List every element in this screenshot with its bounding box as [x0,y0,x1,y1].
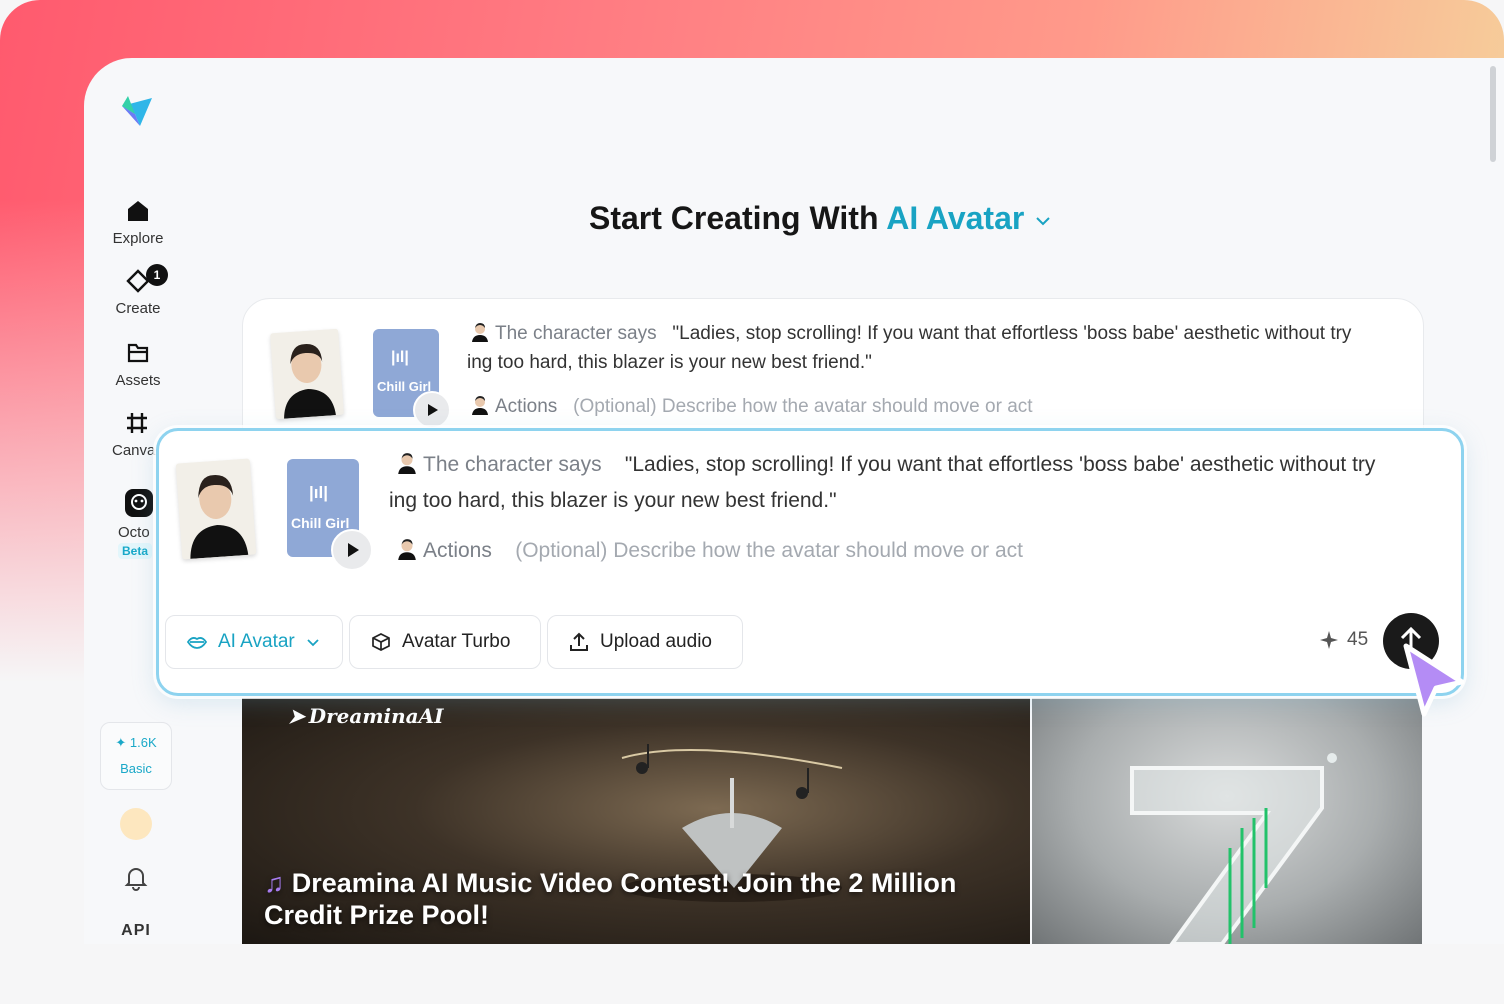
lips-icon [186,637,208,649]
ai-avatar-dropdown[interactable]: AI Avatar [165,615,343,669]
upload-icon [570,632,588,651]
avatar-portrait [270,328,344,420]
scrollbar[interactable] [1490,66,1496,162]
octo-icon [125,489,153,517]
home-icon [128,201,148,221]
waveform-icon: |ıl| [391,349,409,366]
brand-logo: ➤ DreaminaAI [288,704,444,728]
prompt-text[interactable]: The character says "Ladies, stop scrolli… [467,319,1407,421]
promo-banner-seven[interactable] [1032,698,1422,944]
sidebar-item-explore[interactable]: Explore [102,198,174,247]
upload-audio-button[interactable]: Upload audio [547,615,743,669]
cube-icon [372,633,390,651]
contest-banner[interactable]: ➤ DreaminaAI ♫ Dreamina AI Music Video C… [242,698,1030,944]
sidebar-item-label: Create [115,300,161,317]
glass-seven-illustration [1130,753,1337,944]
notification-badge: 1 [146,264,168,286]
credit-amount: ✦ 1.6K [115,735,157,750]
page-title: Start Creating With AI Avatar [589,200,1053,237]
character-icon [398,453,416,474]
play-icon [428,404,438,416]
canvas-icon [127,413,147,433]
bell-icon[interactable] [122,864,150,892]
actions-placeholder: (Optional) Describe how the avatar shoul… [515,539,1023,563]
sidebar-item-label: Explore [112,230,164,247]
banner-title: ♫ Dreamina AI Music Video Contest! Join … [264,868,957,930]
character-icon [398,539,416,561]
app-window: Explore 1 Create Assets Canva Octo Beta … [84,58,1504,944]
character-icon [472,395,488,415]
prompt-textarea[interactable]: The character says "Ladies, stop scrolli… [389,447,1449,569]
user-avatar[interactable] [120,808,152,840]
play-icon [348,543,359,557]
character-icon [472,323,488,342]
waveform-icon: |ıl| [309,483,328,502]
mode-selector[interactable]: AI Avatar [886,200,1024,236]
actions-row[interactable]: Actions (Optional) Describe how the avat… [389,533,1449,569]
credit-cost: 45 [1319,629,1368,651]
play-button[interactable] [331,529,373,571]
play-button[interactable] [413,391,451,429]
credits-panel[interactable]: ✦ 1.6K Basic [100,722,172,790]
sparkle-icon: ✦ [115,735,127,750]
prompt-input-card[interactable]: |ıl| Chill Girl The character says "Ladi… [156,428,1464,696]
sidebar-item-label: Assets [115,372,161,389]
chevron-down-icon [307,639,319,647]
model-selector-button[interactable]: Avatar Turbo [349,615,541,669]
avatar-portrait [175,458,257,560]
avatar-image[interactable] [175,458,257,560]
avatar-image[interactable] [270,328,344,420]
mouse-cursor-icon [1403,643,1465,717]
dreamina-mark-icon: ➤ [288,704,305,728]
api-link[interactable]: API [114,922,158,940]
plan-label: Basic [120,761,152,776]
beta-badge: Beta [118,543,153,559]
chevron-down-icon[interactable] [1033,211,1053,231]
music-note-icon: ♫ [264,868,285,898]
dreamina-logo[interactable] [118,92,156,130]
sidebar-item-assets[interactable]: Assets [102,340,174,389]
sparkle-icon [1320,631,1338,649]
folder-icon [127,343,149,363]
sidebar-item-create[interactable]: 1 Create [102,264,174,317]
sidebar-item-label: Canva [112,442,156,459]
background-bottom [0,944,1504,1004]
